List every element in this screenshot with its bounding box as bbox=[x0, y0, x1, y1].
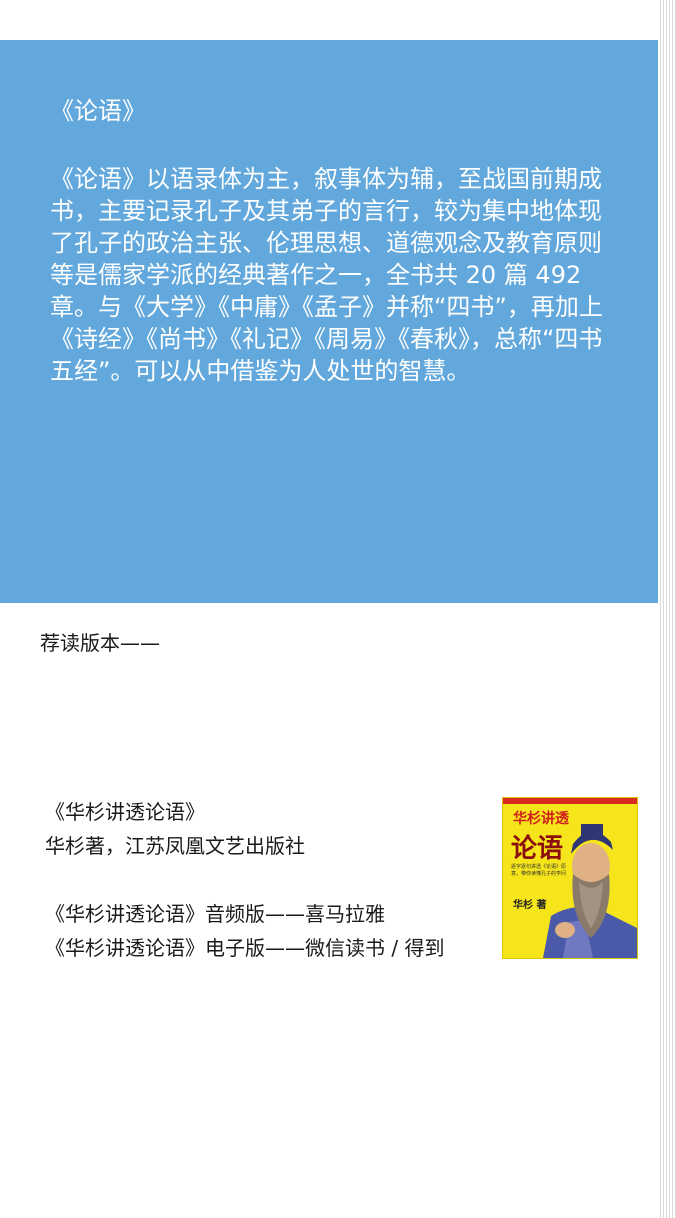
book-list: 《华杉讲透论语》 华杉著，江苏凤凰文艺出版社 《华杉讲透论语》音频版——喜马拉雅… bbox=[45, 795, 445, 965]
cover-series: 华杉讲透 bbox=[513, 811, 569, 827]
cover-author: 华杉 著 bbox=[513, 900, 547, 911]
intro-body: 《论语》以语录体为主，叙事体为辅，至战国前期成书，主要记录孔子及其弟子的言行，较… bbox=[50, 165, 603, 385]
book-cover-image: 华杉讲透 论语 逐字逐句讲透《论语》原意，带你读懂孔子的学问 华杉 著 bbox=[502, 797, 638, 959]
intro-title: 《论语》 bbox=[50, 97, 146, 125]
page-edge-decoration bbox=[658, 0, 676, 1218]
cover-top-bar bbox=[503, 798, 637, 804]
book-title: 《华杉讲透论语》 bbox=[45, 800, 205, 824]
audio-version: 《华杉讲透论语》音频版——喜马拉雅 bbox=[45, 902, 385, 926]
book-author: 华杉著，江苏凤凰文艺出版社 bbox=[45, 834, 305, 858]
cover-tagline: 逐字逐句讲透《论语》原意，带你读懂孔子的学问 bbox=[511, 864, 567, 877]
ebook-version: 《华杉讲透论语》电子版——微信读书 / 得到 bbox=[45, 936, 445, 960]
cover-title: 论语 bbox=[511, 834, 564, 864]
recommend-heading: 荐读版本—— bbox=[40, 631, 160, 655]
